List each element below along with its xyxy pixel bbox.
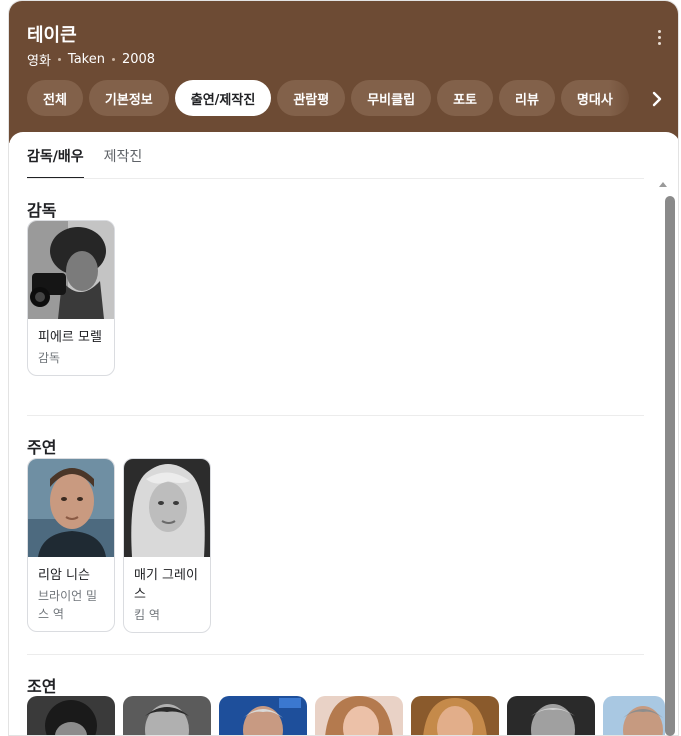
separator-dot: [57, 58, 61, 61]
movie-meta: 영화 Taken 2008: [27, 50, 155, 69]
person-photo: [28, 459, 114, 557]
tab-basic-info[interactable]: 기본정보: [88, 80, 169, 116]
tab-photos[interactable]: 포토: [437, 80, 493, 116]
lead-2-photo-image: [124, 459, 210, 557]
person-card-director[interactable]: 피에르 모렐 감독: [27, 220, 115, 376]
scroll-up-arrow-icon[interactable]: [659, 182, 667, 187]
section-title-supporting: 조연: [27, 677, 57, 696]
subtab-director-actors[interactable]: 감독/배우: [27, 132, 84, 179]
subtab-divider: [27, 178, 644, 179]
lead-1-photo-image: [28, 459, 114, 557]
tab-cast-crew[interactable]: 출연/제작진: [174, 80, 272, 116]
movie-original-title: Taken: [67, 52, 105, 67]
separator-dot: [111, 58, 115, 61]
supporting-person-photo[interactable]: [411, 696, 499, 735]
person-photo: [124, 459, 210, 557]
subtab-bar: 감독/배우 제작진: [27, 132, 142, 179]
movie-category: 영화: [27, 54, 51, 69]
supporting-person-photo[interactable]: [219, 696, 307, 735]
movie-header: 테이큰 영화 Taken 2008 전체 기본정보 출연/제작진 관람평 무비클…: [9, 1, 678, 143]
supporting-person-photo[interactable]: [507, 696, 595, 735]
section-title-lead: 주연: [27, 438, 57, 457]
section-title-director: 감독: [27, 201, 57, 220]
cast-crew-panel: 감독/배우 제작진 감독 피에르 모렐 감독 주연 리암 니슨 브라이언 밀스 …: [9, 132, 678, 735]
supporting-person-photo[interactable]: [27, 696, 115, 735]
movie-info-card: 테이큰 영화 Taken 2008 전체 기본정보 출연/제작진 관람평 무비클…: [8, 0, 679, 736]
supporting-person-photo[interactable]: [123, 696, 211, 735]
scrollbar-thumb[interactable]: [665, 196, 675, 736]
person-name: 피에르 모렐: [38, 330, 102, 345]
tab-user-reviews[interactable]: 리뷰: [498, 80, 555, 116]
movie-title: 테이큰: [27, 25, 77, 46]
person-role: 브라이언 밀스 역: [38, 589, 98, 621]
person-photo: [28, 221, 114, 319]
person-name: 매기 그레이스: [134, 568, 198, 602]
supporting-person-photo[interactable]: [315, 696, 403, 735]
person-role: 감독: [38, 351, 61, 365]
person-role: 킴 역: [134, 608, 160, 622]
tab-bar: 전체 기본정보 출연/제작진 관람평 무비클립 포토 리뷰 명대사: [27, 80, 636, 116]
tab-bar-fade: [609, 80, 649, 116]
director-photo-image: [28, 221, 114, 319]
more-vertical-icon[interactable]: [650, 27, 668, 47]
person-name: 리암 니슨: [38, 568, 90, 583]
chevron-right-icon[interactable]: [647, 89, 667, 109]
tab-movie-clips[interactable]: 무비클립: [351, 80, 432, 116]
section-divider: [27, 654, 644, 655]
movie-year: 2008: [121, 52, 156, 67]
person-card-lead-1[interactable]: 리암 니슨 브라이언 밀스 역: [27, 458, 115, 632]
supporting-person-photo[interactable]: [603, 696, 665, 735]
tab-reviews[interactable]: 관람평: [277, 80, 346, 116]
subtab-crew[interactable]: 제작진: [104, 132, 143, 179]
tab-all[interactable]: 전체: [27, 80, 83, 116]
section-divider: [27, 415, 644, 416]
person-card-lead-2[interactable]: 매기 그레이스 킴 역: [123, 458, 211, 633]
